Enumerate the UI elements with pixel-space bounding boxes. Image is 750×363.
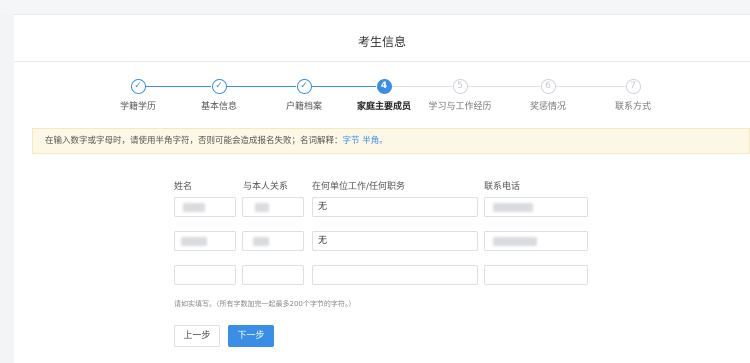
step-label: 学习与工作经历 <box>428 102 492 112</box>
col-header-name: 姓名 <box>174 182 193 192</box>
redacted-blur <box>181 237 207 246</box>
notice-text: 在输入数字或字母时，请使用半角字符，否则可能会造成报名失败；名词解释： <box>45 136 343 146</box>
step-number: 4 <box>376 79 392 94</box>
check-icon: ✓ <box>130 79 146 94</box>
step-label: 基本信息 <box>200 102 237 112</box>
work-field[interactable] <box>312 265 478 285</box>
redacted-blur <box>493 203 533 212</box>
relation-field[interactable] <box>242 265 304 285</box>
step-label: 奖惩情况 <box>529 102 566 112</box>
step-2[interactable]: ✓ 基本信息 <box>179 79 259 112</box>
step-number: 6 <box>540 79 556 94</box>
phone-field[interactable] <box>484 197 588 217</box>
step-number: 7 <box>625 79 641 94</box>
relation-field[interactable] <box>242 197 304 217</box>
step-progress: ✓ 学籍学历 ✓ 基本信息 ✓ 户籍档案 4 家庭主要成员 5 学习与工作经历 … <box>14 79 750 119</box>
name-field[interactable] <box>174 265 236 285</box>
work-field[interactable]: 无 <box>312 231 478 251</box>
title-divider <box>14 61 750 62</box>
step-label: 户籍档案 <box>285 102 322 112</box>
redacted-blur <box>183 203 205 212</box>
page-panel: 考生信息 ✓ 学籍学历 ✓ 基本信息 ✓ 户籍档案 4 家庭主要成员 5 学习与… <box>14 14 750 363</box>
check-icon: ✓ <box>296 79 312 94</box>
step-1[interactable]: ✓ 学籍学历 <box>98 79 178 112</box>
phone-field[interactable] <box>484 231 588 251</box>
relation-field[interactable] <box>242 231 304 251</box>
redacted-blur <box>255 203 269 212</box>
step-4[interactable]: 4 家庭主要成员 <box>344 79 424 112</box>
name-field[interactable] <box>174 231 236 251</box>
name-field[interactable] <box>174 197 236 217</box>
col-header-work: 在何单位工作/任何职务 <box>312 182 406 192</box>
step-label: 学籍学历 <box>119 102 156 112</box>
step-number: 5 <box>452 79 468 94</box>
step-5: 5 学习与工作经历 <box>420 79 500 112</box>
col-header-phone: 联系电话 <box>484 182 521 192</box>
top-strip <box>0 0 750 14</box>
page-title: 考生信息 <box>357 35 406 49</box>
step-6: 6 奖惩情况 <box>508 79 588 112</box>
phone-field[interactable] <box>484 265 588 285</box>
check-icon: ✓ <box>211 79 227 94</box>
col-header-relation: 与本人关系 <box>243 182 289 192</box>
glossary-link-halfwidth[interactable]: 半角。 <box>362 136 388 146</box>
step-label: 家庭主要成员 <box>356 102 411 112</box>
step-label: 联系方式 <box>614 102 651 112</box>
redacted-blur <box>493 237 537 246</box>
step-7: 7 联系方式 <box>593 79 673 112</box>
glossary-link-byte[interactable]: 字节 <box>343 136 360 146</box>
form-hint: 请如实填写。（所有字数加完一起最多200个字节的字符。） <box>174 300 356 308</box>
work-field[interactable]: 无 <box>312 197 478 217</box>
step-3[interactable]: ✓ 户籍档案 <box>264 79 344 112</box>
next-step-button[interactable]: 下一步 <box>228 325 274 347</box>
prev-step-button[interactable]: 上一步 <box>174 325 220 347</box>
notice-banner: 在输入数字或字母时，请使用半角字符，否则可能会造成报名失败；名词解释：字节 半角… <box>32 128 750 154</box>
redacted-blur <box>253 237 269 246</box>
